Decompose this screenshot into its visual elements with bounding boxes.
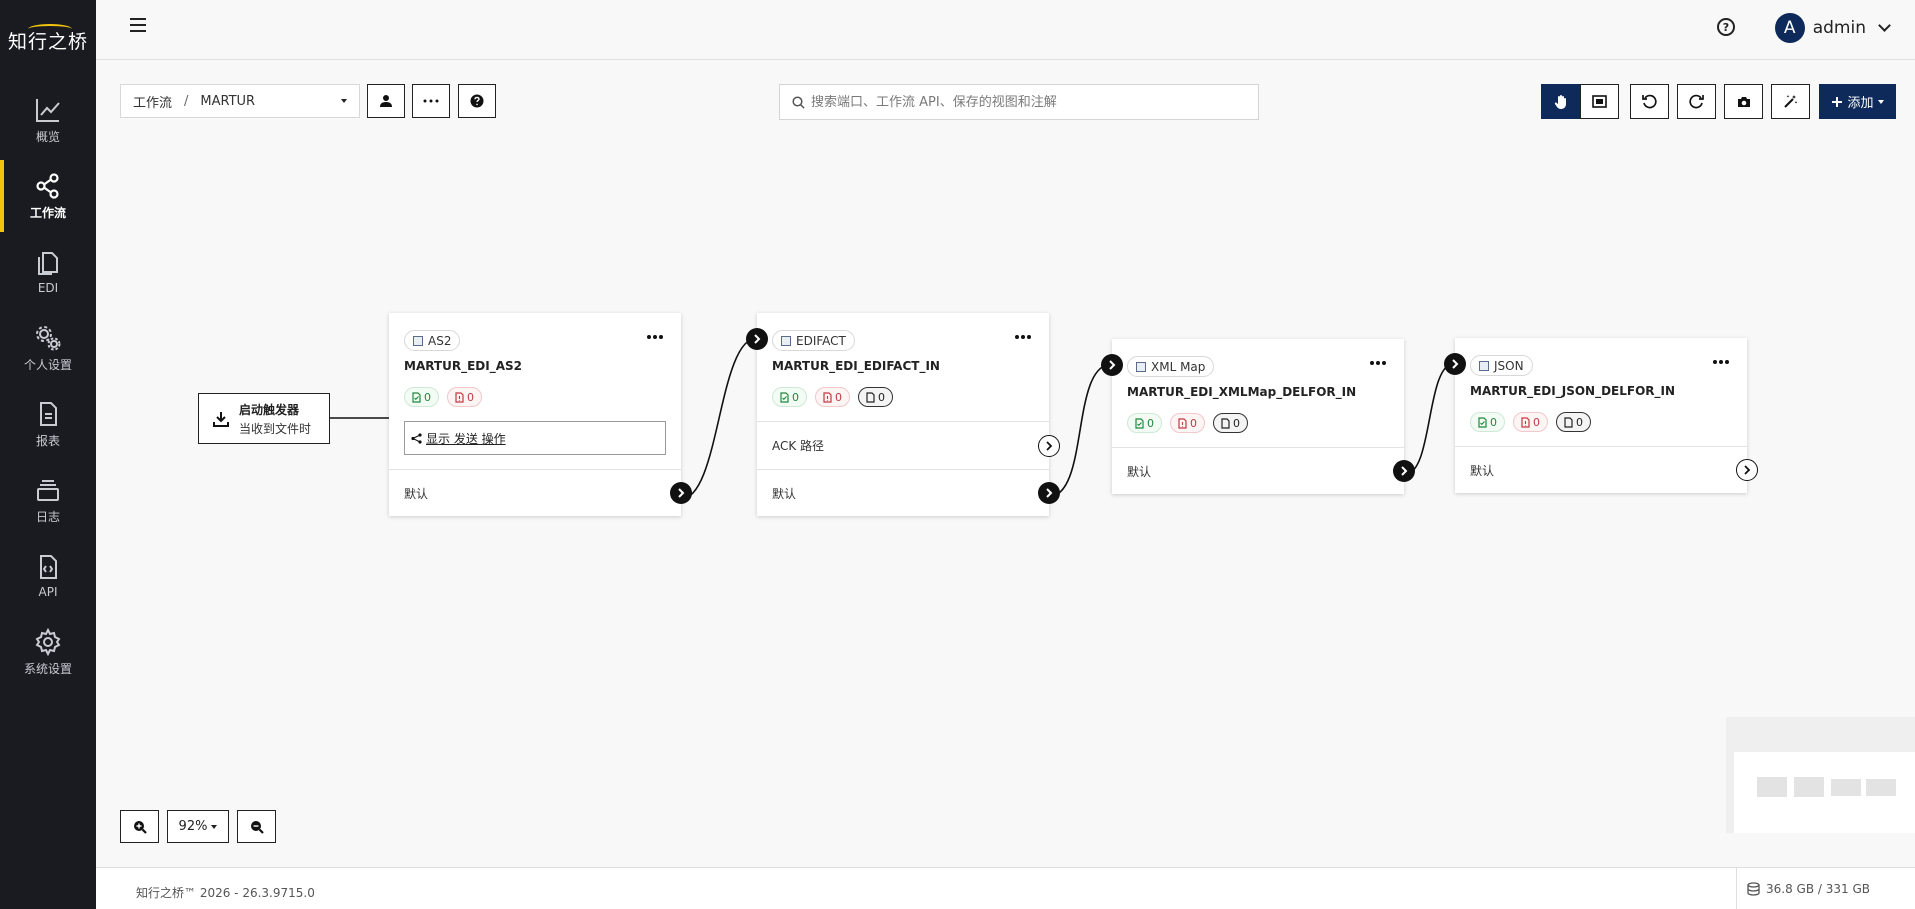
route-ack: ACK 路径 (757, 421, 1060, 469)
edifact-icon (781, 335, 791, 346)
connector-as2-edifact (680, 337, 758, 500)
node-name: MARTUR_EDI_EDIFACT_IN (772, 359, 940, 373)
json-icon (1479, 360, 1489, 371)
trigger-subtitle: 当收到文件时 (239, 421, 312, 436)
pending-count-badge[interactable]: 0 (858, 387, 893, 407)
zoom-out-button[interactable] (237, 810, 276, 843)
zoom-in-button[interactable] (120, 810, 159, 843)
connector-type-badge: XML Map (1127, 356, 1215, 377)
show-send-action-button[interactable]: 显示 发送 操作 (404, 421, 666, 455)
chevron-right-icon (1744, 465, 1751, 475)
file-check-icon (780, 391, 789, 403)
minimap-node (1831, 779, 1861, 796)
route-default: 默认 (1112, 447, 1415, 494)
connector-type-badge: AS2 (404, 330, 461, 351)
node-menu-icon[interactable] (1713, 360, 1729, 364)
file-icon (1221, 417, 1230, 429)
start-trigger[interactable]: 启动触发器 当收到文件时 (198, 393, 330, 444)
success-count-badge[interactable]: 0 (1470, 412, 1505, 432)
zoom-out-icon (250, 820, 264, 834)
file-error-icon (823, 391, 832, 403)
chevron-right-icon (1046, 488, 1053, 498)
file-error-icon (1521, 416, 1530, 428)
chevron-right-icon (1046, 441, 1053, 451)
route-default: 默认 (757, 469, 1060, 516)
file-check-icon (1478, 416, 1487, 428)
node-menu-icon[interactable] (1370, 361, 1386, 365)
as2-icon (413, 335, 423, 346)
node-menu-icon[interactable] (1015, 335, 1031, 339)
connector-edifact-xmlmap (1047, 363, 1113, 498)
file-icon (866, 391, 875, 403)
file-error-icon (1178, 417, 1187, 429)
pending-count-badge[interactable]: 0 (1213, 413, 1248, 433)
workflow-node-edifact[interactable]: EDIFACT MARTUR_EDI_EDIFACT_IN 0 0 0 ACK … (746, 313, 1060, 516)
route-label: 默认 (1127, 464, 1152, 479)
chevron-right-icon (678, 488, 685, 498)
caret-down-icon (211, 824, 218, 829)
disk-usage: 36.8 GB / 331 GB (1736, 868, 1915, 909)
error-count-badge[interactable]: 0 (815, 387, 850, 407)
file-icon (1564, 416, 1573, 428)
minimap-node (1866, 779, 1896, 796)
route-label: 默认 (1470, 463, 1495, 478)
file-check-icon (1135, 417, 1144, 429)
zoom-level-select[interactable]: 92% (167, 810, 229, 843)
node-menu-icon[interactable] (647, 335, 663, 339)
minimap[interactable] (1726, 717, 1915, 833)
workflow-node-as2[interactable]: AS2 MARTUR_EDI_AS2 0 0 显示 发送 操作 默认 (389, 313, 692, 516)
output-port[interactable] (1038, 482, 1060, 504)
minimap-node (1757, 777, 1787, 797)
pending-count-badge[interactable]: 0 (1556, 412, 1591, 432)
version-text: 知行之桥™ 2026 - 26.3.9715.0 (136, 886, 315, 900)
file-check-icon (412, 391, 421, 403)
workflow-node-json[interactable]: JSON MARTUR_EDI_JSON_DELFOR_IN 0 0 0 默认 (1444, 338, 1758, 493)
trigger-title: 启动触发器 (239, 402, 300, 417)
success-count-badge[interactable]: 0 (1127, 413, 1162, 433)
download-icon (213, 411, 229, 427)
output-port[interactable] (1038, 435, 1060, 457)
success-count-badge[interactable]: 0 (404, 387, 439, 407)
success-count-badge[interactable]: 0 (772, 387, 807, 407)
error-count-badge[interactable]: 0 (1513, 412, 1548, 432)
route-label: 默认 (404, 486, 429, 501)
chevron-right-icon (1401, 466, 1408, 476)
error-count-badge[interactable]: 0 (447, 387, 482, 407)
output-port[interactable] (1393, 460, 1415, 482)
file-error-icon (455, 391, 464, 403)
error-count-badge[interactable]: 0 (1170, 413, 1205, 433)
output-port[interactable] (1736, 459, 1758, 481)
minimap-node (1794, 777, 1824, 797)
share-icon (411, 432, 422, 444)
route-default: 默认 (389, 469, 692, 516)
node-name: MARTUR_EDI_XMLMap_DELFOR_IN (1127, 385, 1357, 399)
connector-type-badge: JSON (1470, 355, 1533, 376)
connector-xmlmap-json (1403, 362, 1456, 476)
minimap-viewport[interactable] (1734, 752, 1915, 833)
disk-usage-text: 36.8 GB / 331 GB (1766, 882, 1870, 896)
xml-map-icon (1136, 361, 1146, 372)
footer: 知行之桥™ 2026 - 26.3.9715.0 36.8 GB / 331 G… (96, 867, 1915, 909)
node-name: MARTUR_EDI_JSON_DELFOR_IN (1470, 384, 1676, 398)
workflow-node-xmlmap[interactable]: XML Map MARTUR_EDI_XMLMap_DELFOR_IN 0 0 … (1101, 339, 1415, 494)
output-port[interactable] (670, 482, 692, 504)
zoom-in-icon (133, 820, 147, 834)
zoom-level-value: 92% (178, 819, 208, 834)
connector-type-badge: EDIFACT (772, 330, 855, 351)
route-label: ACK 路径 (772, 439, 825, 453)
database-icon (1747, 882, 1760, 896)
node-name: MARTUR_EDI_AS2 (404, 359, 523, 373)
route-default: 默认 (1455, 446, 1758, 493)
route-label: 默认 (772, 486, 797, 501)
